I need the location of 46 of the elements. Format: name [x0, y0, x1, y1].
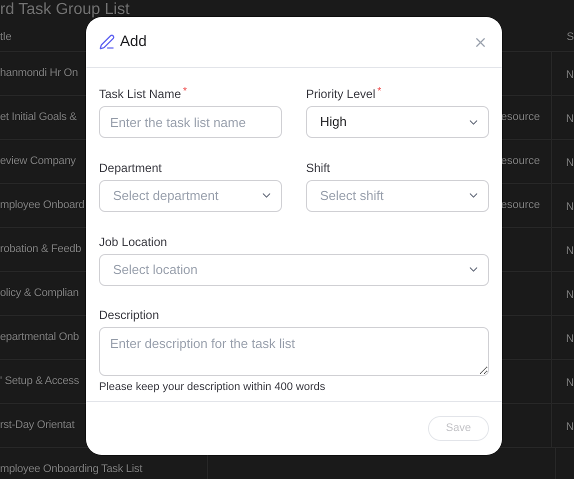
- table-cell: N: [566, 156, 574, 168]
- table-cell-text: hanmondi Hr On: [0, 66, 78, 82]
- select-placeholder: Select department: [113, 187, 219, 205]
- select-field[interactable]: High: [306, 106, 489, 138]
- table-cell: N: [566, 288, 574, 300]
- description-field[interactable]: Enter description for the task list: [99, 327, 489, 376]
- table-cell: N: [566, 420, 574, 432]
- field-label: Shift: [306, 160, 330, 175]
- table-cell-text: rst-Day Orientat: [0, 418, 74, 434]
- select-value: High: [320, 113, 347, 132]
- table-cell-text: robation & Feedb: [0, 242, 82, 258]
- table-cell-text: ' Setup & Access: [0, 374, 79, 390]
- field-label: Department: [99, 160, 162, 175]
- required-mark: *: [377, 87, 382, 97]
- select-placeholder: Select location: [113, 260, 198, 279]
- table-cell-text: esource: [500, 154, 540, 170]
- table-cell: N: [566, 376, 574, 388]
- table-cell: N: [566, 332, 574, 344]
- table-cell-text: epartmental Onb: [0, 330, 79, 346]
- table-cell-text: et Initial Goals &: [0, 110, 76, 126]
- table-cell: N: [566, 68, 574, 80]
- table-cell: N: [566, 112, 574, 124]
- field-label: Job Location: [99, 234, 168, 248]
- page-title: rd Task Group List: [0, 0, 131, 19]
- table-cell: N: [566, 244, 574, 256]
- table-cell-text: olicy & Complian: [0, 286, 79, 302]
- select-field[interactable]: Select department: [99, 180, 282, 212]
- dialog-title: Add: [120, 32, 147, 52]
- text-field[interactable]: Enter the task list name: [99, 106, 282, 138]
- field-label: Description: [99, 308, 160, 322]
- select-placeholder: Select shift: [320, 187, 384, 205]
- table-cell-text: esource: [500, 198, 540, 214]
- select-field[interactable]: Select shift: [306, 180, 489, 212]
- table-cell-text: mployee Onboard: [0, 198, 84, 214]
- field-label: Task List Name: [99, 87, 182, 101]
- select-field[interactable]: Select location: [99, 254, 489, 286]
- column-header: tle: [0, 30, 12, 42]
- column-header: S: [566, 30, 574, 42]
- table-cell: N: [566, 200, 574, 212]
- table-cell-text: mployee Onboarding Task List: [0, 462, 142, 478]
- table-cell-text: esource: [500, 110, 540, 126]
- field-label: Priority Level: [306, 87, 376, 101]
- pencil-icon: [99, 34, 115, 50]
- required-mark: *: [183, 87, 187, 97]
- description-hint: Please keep your description within 400 words: [99, 380, 326, 394]
- table-cell-text: eview Company: [0, 154, 76, 170]
